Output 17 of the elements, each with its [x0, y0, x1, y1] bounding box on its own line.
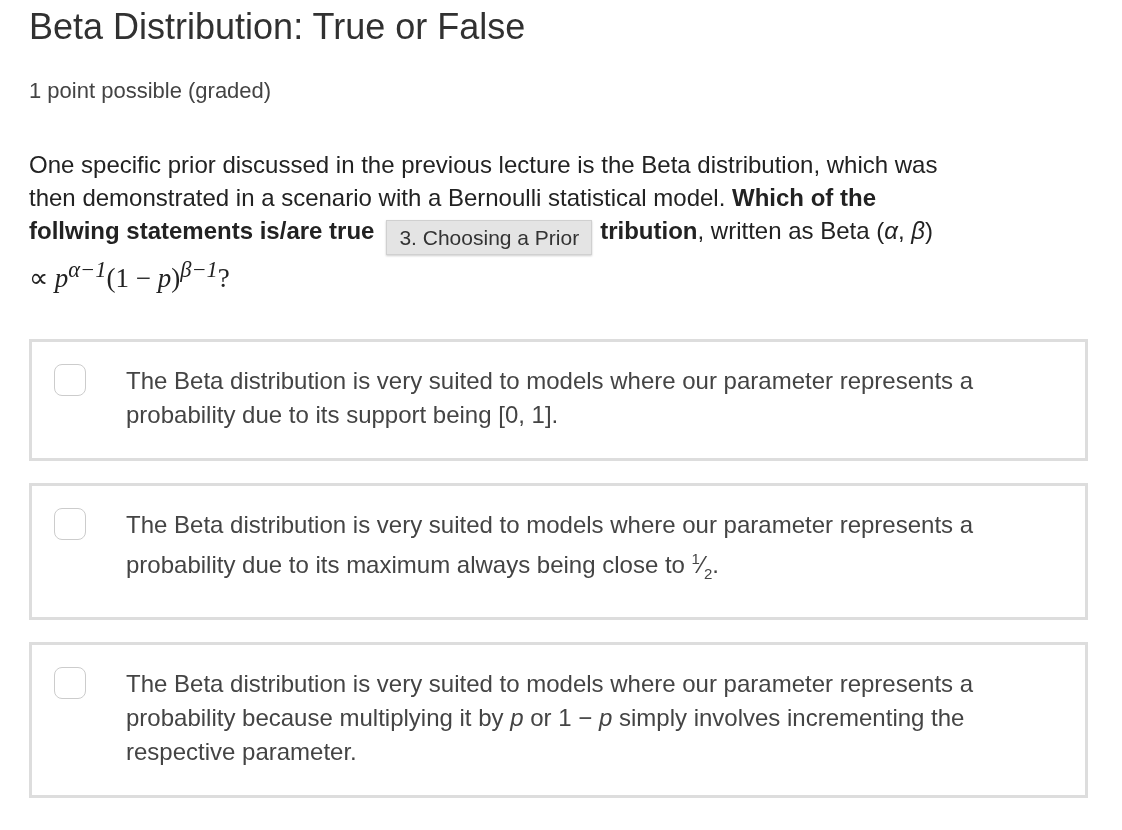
option-text: The Beta distribution is very suited to models where our parameter represents a probability because multiplying it by p or 1 − p simply involves incrementing the respective parameter. — [126, 668, 975, 767]
question-text: then demonstrated in a scenario with a Bernoulli statistical model. Which of the — [29, 183, 877, 213]
question-text: tribution, written as Beta (α, β) — [600, 216, 933, 246]
question-text: One specific prior discussed in the previous lecture is the Beta distribution, which was — [29, 150, 939, 180]
tooltip: 3. Choosing a Prior — [386, 220, 593, 255]
option-text: The Beta distribution is very suited to models where our parameter represents a probability due to its maximum always being close to $^{1}$⁄$_{2}$. — [126, 510, 975, 584]
question-text: follwing statements is/are true — [29, 216, 375, 246]
checkbox[interactable] — [54, 666, 86, 699]
answer-option[interactable]: The Beta distribution is very suited to models where our parameter represents a probability due to its maximum always being close to $^{1}$⁄$_{2}$. — [29, 483, 1088, 620]
checkbox[interactable] — [54, 364, 86, 396]
formula-text: ∝ p$^{α−1}$(1 − p)$^{β−1}$? — [29, 256, 231, 295]
checkbox[interactable] — [54, 508, 86, 540]
answer-option[interactable]: The Beta distribution is very suited to models where our parameter represents a probability due to its support being [0, 1]. — [29, 339, 1088, 461]
answer-option[interactable]: The Beta distribution is very suited to models where our parameter represents a probability because multiplying it by p or 1 − p simply involves incrementing the respective parameter. — [29, 641, 1088, 798]
problem-title: Beta Distribution: True or False — [29, 6, 527, 48]
points-label: 1 point possible (graded) — [29, 78, 273, 104]
option-text: The Beta distribution is very suited to models where our parameter represents a probability due to its support being [0, 1]. — [126, 366, 975, 430]
